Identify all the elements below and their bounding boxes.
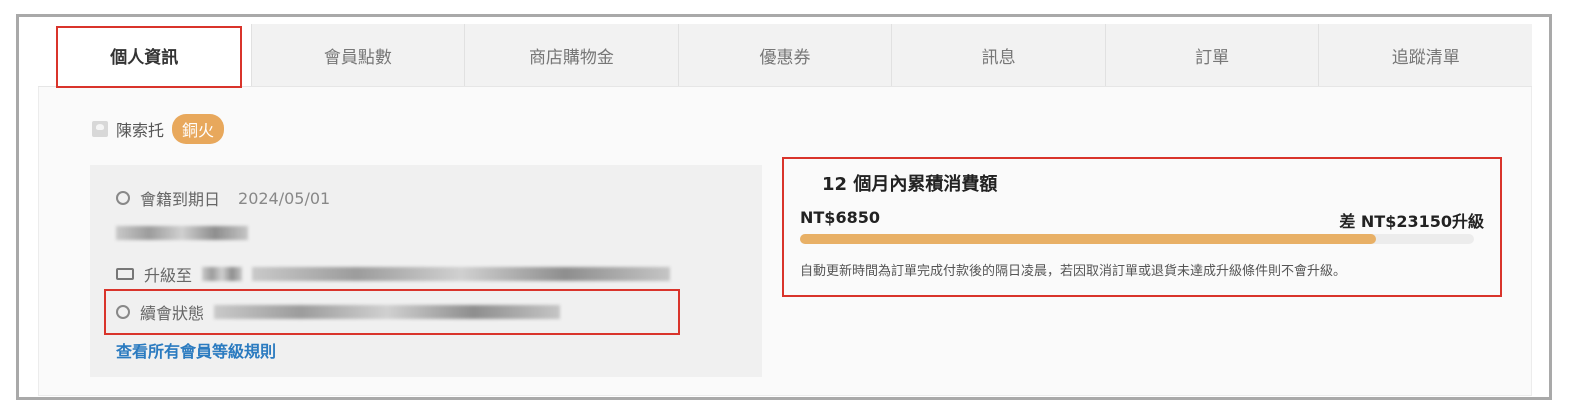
user-name: 陳索托 bbox=[116, 121, 165, 140]
tab-coupons[interactable]: 優惠券 bbox=[679, 24, 893, 86]
expiry-row: 會籍到期日 2024/05/01 bbox=[116, 186, 330, 210]
ticket-icon bbox=[116, 268, 134, 280]
redacted-upgrade-detail bbox=[252, 267, 671, 281]
clock-icon bbox=[116, 191, 130, 205]
tab-store-credit[interactable]: 商店購物金 bbox=[465, 24, 679, 86]
redacted-tier bbox=[202, 267, 243, 281]
spending-title: 12 個月內累積消費額 bbox=[822, 174, 998, 195]
spending-amount: NT$6850 bbox=[800, 208, 880, 227]
spending-note: 自動更新時間為訂單完成付款後的隔日凌晨，若因取消訂單或退貨未達成升級條件則不會升… bbox=[800, 264, 1347, 279]
upgrade-label: 升級至 bbox=[144, 266, 193, 285]
user-header: 陳索托 銅火 bbox=[92, 114, 225, 144]
renewal-row: 續會狀態 bbox=[116, 300, 561, 324]
redacted-text bbox=[116, 226, 248, 240]
spending-progress-track bbox=[800, 234, 1474, 244]
redacted-renewal-status bbox=[214, 305, 561, 319]
tier-badge: 銅火 bbox=[172, 114, 225, 144]
tab-member-points[interactable]: 會員點數 bbox=[252, 24, 466, 86]
redacted-row bbox=[116, 226, 248, 240]
member-rules-link[interactable]: 查看所有會員等級規則 bbox=[116, 338, 276, 362]
upgrade-difference: 差 NT$23150升級 bbox=[1339, 212, 1484, 231]
account-tabs: 個人資訊 會員點數 商店購物金 優惠券 訊息 訂單 追蹤清單 bbox=[38, 24, 1532, 87]
upgrade-row: 升級至 bbox=[116, 262, 671, 286]
expiry-date: 2024/05/01 bbox=[238, 188, 331, 208]
tab-personal-info[interactable]: 個人資訊 bbox=[38, 24, 252, 86]
user-icon bbox=[92, 121, 108, 137]
crown-icon bbox=[116, 305, 130, 319]
expiry-label: 會籍到期日 bbox=[140, 190, 221, 209]
spending-progress-fill bbox=[800, 234, 1377, 244]
renewal-label: 續會狀態 bbox=[140, 304, 205, 323]
tab-wishlist[interactable]: 追蹤清單 bbox=[1319, 24, 1532, 86]
tab-messages[interactable]: 訊息 bbox=[892, 24, 1106, 86]
tab-orders[interactable]: 訂單 bbox=[1106, 24, 1320, 86]
